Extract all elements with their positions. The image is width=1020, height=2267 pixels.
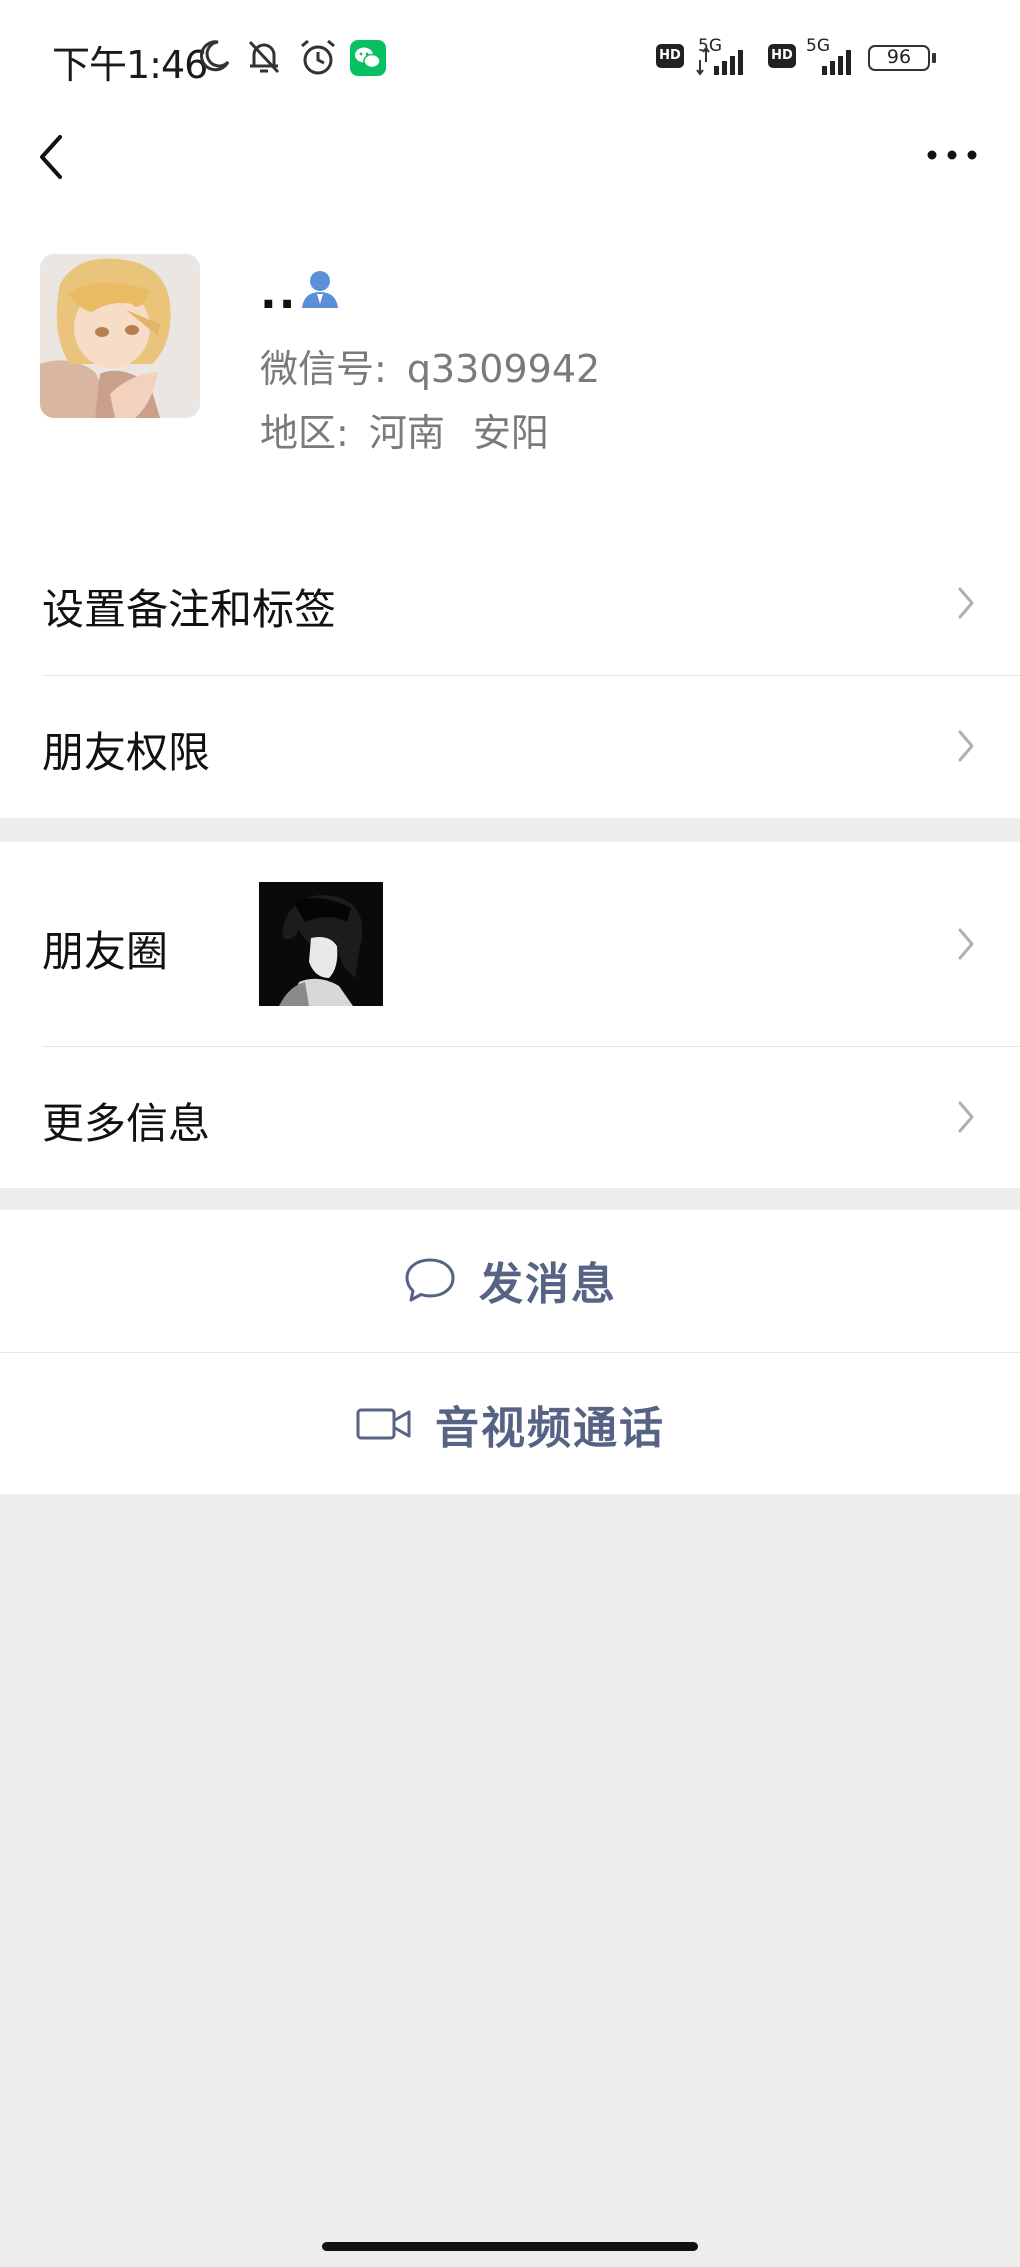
send-message-label: 发消息 [479, 1259, 617, 1310]
status-right-group: HD 5G HD 5G 96 [656, 34, 966, 78]
mute-icon [248, 40, 280, 74]
nickname: .. [260, 268, 298, 319]
profile-header: .. 微信号: q3309942 地区: 河南 安阳 [0, 118, 1020, 533]
region-city: 安阳 [472, 411, 549, 455]
row-more-info-label: 更多信息 [42, 1099, 211, 1148]
row-remarks-tags-label: 设置备注和标签 [42, 585, 337, 634]
wechat-notification-icon [350, 40, 386, 76]
action-group: 发消息 音视频通话 [0, 1210, 1020, 1494]
chat-bubble-icon [405, 1258, 455, 1302]
chevron-right-icon [958, 1101, 974, 1133]
battery-level: 96 [886, 46, 912, 68]
contact-profile-screen: 下午1:46 HD 5G HD 5G 96 .. 微信号: q3309942 地… [0, 0, 1020, 2267]
status-time: 下午1:46 [52, 43, 208, 87]
wechat-id-value: q3309942 [406, 347, 601, 391]
signal-icon-2 [822, 50, 851, 75]
av-call-button[interactable]: 音视频通话 [0, 1354, 1020, 1494]
chevron-right-icon [958, 928, 974, 960]
signal-icon [696, 46, 743, 76]
contact-person-icon [302, 271, 338, 308]
home-indicator[interactable] [322, 2242, 698, 2251]
battery-icon: 96 [868, 45, 936, 71]
row-moments-label: 朋友圈 [42, 927, 169, 976]
chevron-right-icon [958, 730, 974, 762]
region-province: 河南 [368, 411, 445, 455]
row-remarks-tags[interactable]: 设置备注和标签 [0, 532, 1020, 675]
row-friend-permissions-label: 朋友权限 [42, 728, 211, 777]
moments-thumbnail[interactable] [259, 882, 383, 1006]
row-moments[interactable]: 朋友圈 [0, 842, 1020, 1046]
more-dots-icon[interactable] [922, 140, 982, 170]
region-line: 地区: 河南 安阳 [260, 402, 549, 457]
hd-badge-2: HD [768, 44, 796, 68]
chevron-right-icon [958, 587, 974, 619]
info-group: 朋友圈 更多信息 [0, 842, 1020, 1188]
alarm-icon [301, 39, 335, 75]
wechat-id-label: 微信号: [260, 347, 387, 391]
action-divider [0, 1352, 1020, 1353]
hd-badge-1: HD [656, 44, 684, 68]
avatar[interactable] [40, 254, 200, 418]
send-message-button[interactable]: 发消息 [0, 1210, 1020, 1350]
video-camera-icon [356, 1408, 411, 1440]
settings-group: 设置备注和标签 朋友权限 [0, 532, 1020, 818]
row-more-info[interactable]: 更多信息 [0, 1046, 1020, 1188]
row-friend-permissions[interactable]: 朋友权限 [0, 675, 1020, 818]
status-bar: 下午1:46 HD 5G HD 5G 96 [0, 0, 1020, 118]
region-label: 地区: [260, 411, 349, 455]
moon-icon [199, 40, 230, 72]
battery-cap [932, 53, 936, 63]
av-call-label: 音视频通话 [435, 1403, 665, 1454]
wechat-id-line: 微信号: q3309942 [260, 338, 600, 393]
chevron-left-icon[interactable] [30, 123, 80, 191]
